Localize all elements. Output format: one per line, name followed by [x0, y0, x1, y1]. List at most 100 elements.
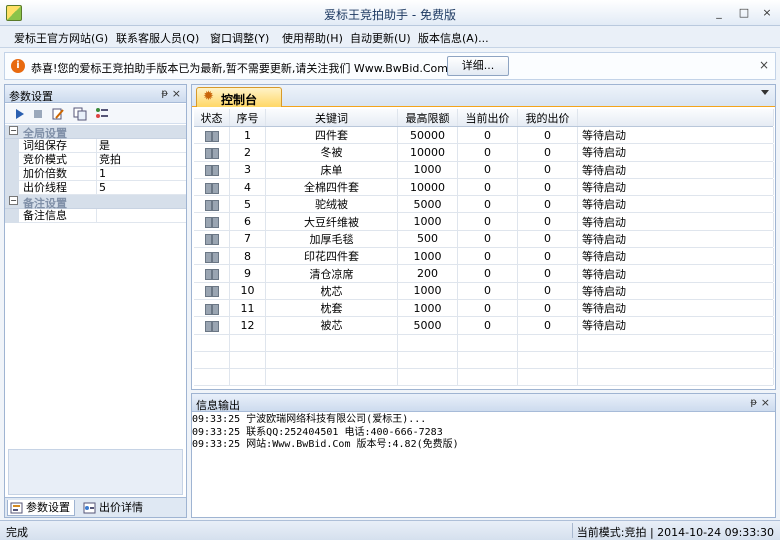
category-global[interactable]: − 全局设置	[5, 125, 186, 140]
cell-limit: 5000	[398, 317, 458, 334]
cell-current-bid: 0	[458, 144, 518, 161]
minimize-button[interactable]: _	[710, 5, 728, 20]
table-row[interactable]: 6 大豆纤维被 1000 0 0 等待启动	[194, 213, 774, 231]
col-keyword[interactable]: 关键词	[266, 109, 398, 126]
table-row[interactable]: 3 床单 1000 0 0 等待启动	[194, 161, 774, 179]
cell-no: 11	[230, 299, 266, 317]
menu-auto-update[interactable]: 自动更新(U)	[350, 30, 411, 46]
table-row[interactable]: 12 被芯 5000 0 0 等待启动	[194, 317, 774, 335]
cell-keyword: 印花四件套	[266, 248, 398, 265]
cell-status	[194, 161, 230, 178]
table-row[interactable]: 2 冬被 10000 0 0 等待启动	[194, 144, 774, 162]
tab-console[interactable]: ✹ 控制台	[196, 87, 282, 107]
table-row[interactable]: 7 加厚毛毯 500 0 0 等待启动	[194, 230, 774, 249]
menu-version-info[interactable]: 版本信息(A)...	[418, 30, 489, 46]
panel-close-icon[interactable]: ×	[172, 87, 181, 100]
table-row[interactable]: 1 四件套 50000 0 0 等待启动	[194, 127, 774, 145]
category-remark[interactable]: − 备注设置	[5, 195, 186, 210]
console-area: ✹ 控制台 状态 序号 关键词 最高限额 当前出价 我的出价 1 四件套 50000…	[191, 84, 776, 390]
pause-status-icon	[205, 234, 219, 246]
cell-keyword: 枕套	[266, 299, 398, 317]
prop-row[interactable]: 竞价模式 竞拍	[5, 153, 186, 167]
menu-bar: 爱标王官方网站(G) 联系客服人员(Q) 窗口调整(Y) 使用帮助(H) 自动更…	[0, 26, 780, 48]
col-my-bid[interactable]: 我的出价	[518, 109, 578, 126]
pin-icon[interactable]: ᵽ	[750, 397, 757, 408]
menu-window-adjust[interactable]: 窗口调整(Y)	[210, 30, 269, 46]
table-row[interactable]	[194, 369, 774, 387]
cell-limit: 5000	[398, 196, 458, 213]
col-current-bid[interactable]: 当前出价	[458, 109, 518, 126]
cell-status	[194, 334, 230, 351]
cell-my-bid: 0	[518, 317, 578, 334]
table-row[interactable]	[194, 334, 774, 352]
prop-name: 词组保存	[21, 139, 97, 153]
cell-status	[194, 248, 230, 265]
status-bar: 完成 当前模式:竞拍 | 2014-10-24 09:33:30	[0, 520, 780, 540]
col-state-text[interactable]	[578, 109, 774, 126]
parameter-settings-panel: 参数设置 ᵽ × − 全局设置 词组保存 是 竞价模式 竞拍 加价倍数 1 出价…	[4, 84, 187, 518]
cell-no: 10	[230, 282, 266, 299]
menu-official-site[interactable]: 爱标王官方网站(G)	[14, 30, 108, 46]
cell-current-bid: 0	[458, 317, 518, 334]
prop-row[interactable]: 词组保存 是	[5, 139, 186, 153]
prop-value[interactable]: 1	[99, 167, 106, 181]
panel-title: 参数设置	[9, 90, 53, 103]
prop-row[interactable]: 加价倍数 1	[5, 167, 186, 181]
table-row[interactable]: 8 印花四件套 1000 0 0 等待启动	[194, 248, 774, 266]
property-description-box	[8, 449, 183, 495]
cell-status	[194, 196, 230, 213]
table-row[interactable]: 10 枕芯 1000 0 0 等待启动	[194, 282, 774, 300]
edit-icon[interactable]	[51, 107, 65, 121]
cell-status	[194, 178, 230, 196]
col-status[interactable]: 状态	[194, 109, 230, 126]
cell-current-bid	[458, 334, 518, 351]
collapse-icon[interactable]: −	[9, 126, 18, 135]
cell-no: 4	[230, 178, 266, 196]
prop-value[interactable]: 是	[99, 139, 110, 153]
close-button[interactable]: ×	[758, 5, 776, 20]
tab-parameter-settings[interactable]: 参数设置	[7, 500, 75, 516]
pause-status-icon	[205, 217, 219, 229]
prop-value[interactable]: 竞拍	[99, 153, 121, 167]
table-row[interactable]: 5 驼绒被 5000 0 0 等待启动	[194, 196, 774, 214]
prop-name: 加价倍数	[21, 167, 97, 181]
cell-current-bid	[458, 351, 518, 369]
cell-state-text: 等待启动	[578, 213, 774, 230]
prop-row[interactable]: 出价线程 5	[5, 181, 186, 195]
pin-icon[interactable]: ᵽ	[161, 88, 168, 99]
cell-state-text	[578, 334, 774, 351]
cell-no: 7	[230, 230, 266, 248]
cell-limit: 1000	[398, 248, 458, 265]
col-no[interactable]: 序号	[230, 109, 266, 126]
list-settings-icon[interactable]	[95, 107, 109, 121]
details-button[interactable]: 详细...	[447, 56, 509, 76]
chevron-down-icon[interactable]	[761, 90, 769, 95]
settings-icon	[10, 502, 23, 514]
cell-no	[230, 369, 266, 386]
tab-bid-details[interactable]: 出价详情	[81, 500, 151, 516]
prop-row[interactable]: 备注信息	[5, 209, 186, 223]
pause-status-icon	[205, 165, 219, 177]
table-header: 状态 序号 关键词 最高限额 当前出价 我的出价	[194, 109, 774, 127]
table-row[interactable]: 4 全棉四件套 10000 0 0 等待启动	[194, 178, 774, 197]
window-title: 爱标王竞拍助手 - 免费版	[324, 8, 456, 22]
panel-close-icon[interactable]: ×	[761, 396, 770, 409]
info-bar-close-icon[interactable]: ×	[759, 58, 769, 72]
cell-my-bid: 0	[518, 127, 578, 144]
prop-name: 竞价模式	[21, 153, 97, 167]
cell-no: 6	[230, 213, 266, 230]
col-limit[interactable]: 最高限额	[398, 109, 458, 126]
cell-my-bid: 0	[518, 161, 578, 178]
collapse-icon[interactable]: −	[9, 196, 18, 205]
play-icon[interactable]	[13, 107, 27, 121]
copy-icon[interactable]	[73, 107, 87, 121]
menu-help[interactable]: 使用帮助(H)	[282, 30, 343, 46]
menu-contact-support[interactable]: 联系客服人员(Q)	[116, 30, 199, 46]
table-row[interactable]	[194, 351, 774, 370]
table-row[interactable]: 11 枕套 1000 0 0 等待启动	[194, 299, 774, 318]
table-row[interactable]: 9 清仓凉席 200 0 0 等待启动	[194, 265, 774, 283]
maximize-button[interactable]: □	[735, 5, 753, 20]
prop-value[interactable]: 5	[99, 181, 106, 195]
stop-icon[interactable]	[31, 107, 45, 121]
pause-status-icon	[205, 147, 219, 159]
